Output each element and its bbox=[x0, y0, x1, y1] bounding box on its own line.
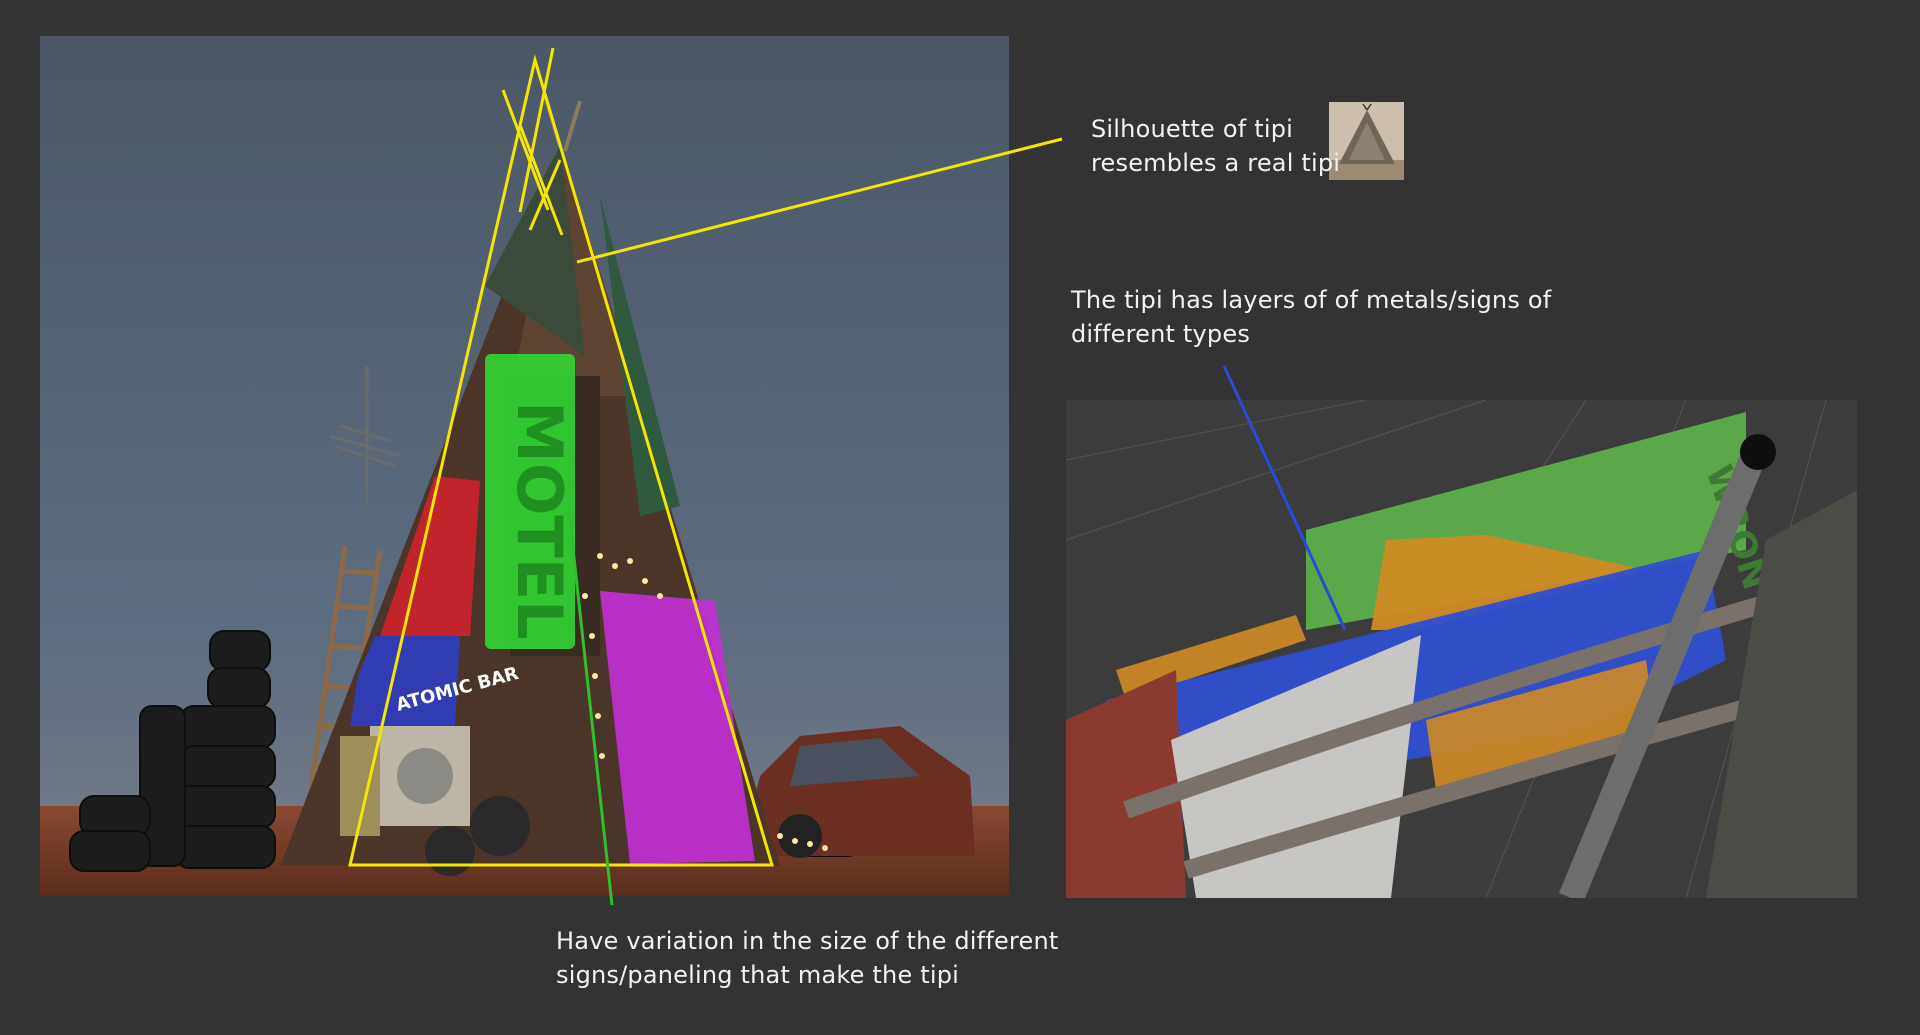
layers-annotation-line1: The tipi has layers of of metals/signs o… bbox=[1071, 286, 1552, 314]
silhouette-annotation: Silhouette of tipi resembles a real tipi bbox=[1091, 112, 1340, 180]
layers-annotation-line2: different types bbox=[1071, 320, 1251, 348]
silhouette-annotation-line1: Silhouette of tipi bbox=[1091, 115, 1293, 143]
reference-scene bbox=[1329, 102, 1404, 180]
closeup-scene: WRON bbox=[1066, 400, 1857, 898]
real-tipi-reference-thumbnail bbox=[1329, 102, 1404, 180]
variation-annotation-line1: Have variation in the size of the differ… bbox=[556, 927, 1059, 955]
variation-annotation: Have variation in the size of the differ… bbox=[556, 924, 1058, 992]
silhouette-annotation-line2: resembles a real tipi bbox=[1091, 149, 1341, 177]
pole-end bbox=[1740, 434, 1776, 470]
layers-annotation: The tipi has layers of of metals/signs o… bbox=[1071, 283, 1551, 351]
sign-layers-closeup-image: WRON bbox=[1066, 400, 1857, 898]
tipi-scene: ATOMIC BAR MOTEL bbox=[40, 36, 1009, 896]
barrel bbox=[340, 736, 380, 836]
variation-annotation-line2: signs/paneling that make the tipi bbox=[556, 961, 960, 989]
motel-sign-label: MOTEL bbox=[503, 401, 576, 640]
tipi-render-image: ATOMIC BAR MOTEL bbox=[40, 36, 1009, 896]
